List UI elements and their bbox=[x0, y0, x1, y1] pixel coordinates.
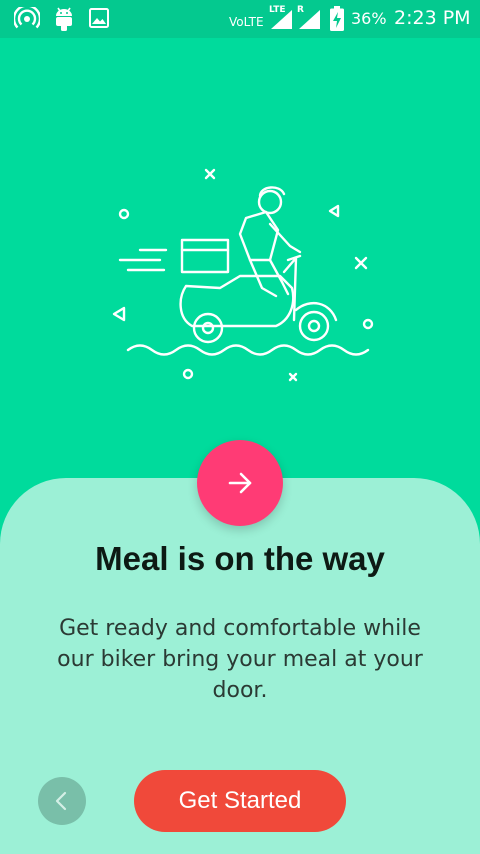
lte-label: LTE bbox=[269, 5, 286, 15]
hotspot-icon bbox=[12, 4, 42, 35]
onboarding-description: Get ready and comfortable while our bike… bbox=[57, 616, 423, 703]
arrow-right-icon bbox=[228, 472, 252, 494]
status-bar: VoLTE LTE R 36% 2:23 PM bbox=[0, 0, 480, 38]
image-icon bbox=[89, 8, 109, 32]
battery-percent: 36% bbox=[351, 9, 387, 28]
volte-label: VoLTE bbox=[229, 15, 264, 29]
chevron-left-icon bbox=[55, 791, 67, 811]
roaming-label: R bbox=[297, 5, 304, 15]
delivery-scooter-illustration bbox=[112, 168, 374, 382]
onboarding-title: Meal is on the way bbox=[95, 540, 385, 577]
onboarding-screen: VoLTE LTE R 36% 2:23 PM Meal is on the w… bbox=[0, 0, 480, 854]
get-started-button[interactable]: Get Started bbox=[134, 770, 346, 832]
battery-charging-icon bbox=[329, 6, 345, 36]
clock: 2:23 PM bbox=[394, 7, 471, 29]
android-icon bbox=[52, 5, 76, 37]
next-button[interactable] bbox=[197, 440, 283, 526]
back-button[interactable] bbox=[38, 777, 86, 825]
